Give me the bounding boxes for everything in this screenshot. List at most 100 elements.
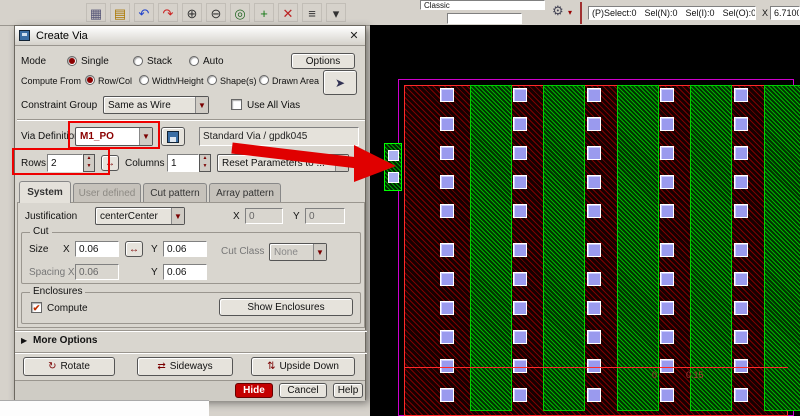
poly-bar[interactable] xyxy=(690,85,732,411)
add-icon[interactable]: + xyxy=(254,3,274,22)
compute-drawnarea-label[interactable]: Drawn Area xyxy=(272,76,319,86)
via-contact[interactable] xyxy=(440,88,454,102)
via-contact[interactable] xyxy=(660,330,674,344)
dialog-titlebar[interactable]: Create Via ✕ xyxy=(15,26,365,46)
compute-shapes-radio[interactable] xyxy=(207,75,217,85)
mode-single-label[interactable]: Single xyxy=(81,56,109,67)
via-contact[interactable] xyxy=(513,88,527,102)
via-contact[interactable] xyxy=(734,359,748,373)
via-contact[interactable] xyxy=(440,146,454,160)
delete-icon[interactable]: ✕ xyxy=(278,3,298,22)
cut-size-y-field[interactable]: 0.06 xyxy=(163,241,207,257)
sideways-button[interactable]: ⇄ Sideways xyxy=(137,357,233,376)
via-contact[interactable] xyxy=(734,388,748,402)
via-contact[interactable] xyxy=(440,117,454,131)
pick-shape-button[interactable]: ➤ xyxy=(323,70,357,95)
mode-auto-label[interactable]: Auto xyxy=(203,56,224,67)
via-contact[interactable] xyxy=(734,117,748,131)
via-contact[interactable] xyxy=(587,146,601,160)
via-contact[interactable] xyxy=(513,301,527,315)
via-contact[interactable] xyxy=(587,243,601,257)
options-button[interactable]: Options xyxy=(291,53,355,69)
via-contact[interactable] xyxy=(440,272,454,286)
gear-icon[interactable]: ⚙ xyxy=(552,3,564,19)
compute-rowcol-radio[interactable] xyxy=(85,75,95,85)
compute-shapes-label[interactable]: Shape(s) xyxy=(220,76,257,86)
via-contact[interactable] xyxy=(660,359,674,373)
via-contact[interactable] xyxy=(513,243,527,257)
poly-bar[interactable] xyxy=(764,85,800,411)
via-contact[interactable] xyxy=(513,204,527,218)
compute-label[interactable]: Compute xyxy=(47,303,88,314)
via-contact[interactable] xyxy=(734,243,748,257)
rotate-button[interactable]: ↻ Rotate xyxy=(23,357,115,376)
via-contact[interactable] xyxy=(587,330,601,344)
via-contact[interactable] xyxy=(734,146,748,160)
via-contact[interactable] xyxy=(660,146,674,160)
via-contact[interactable] xyxy=(440,204,454,218)
via-contact[interactable] xyxy=(587,204,601,218)
justification-combo[interactable]: centerCenter ▼ xyxy=(95,207,185,225)
close-icon[interactable]: ✕ xyxy=(347,29,361,43)
zoom-in-icon[interactable]: ⊕ xyxy=(182,3,202,22)
grid-icon[interactable]: ▦ xyxy=(86,3,106,22)
via-contact[interactable] xyxy=(587,88,601,102)
compute-widthheight-radio[interactable] xyxy=(139,75,149,85)
clipboard-icon[interactable]: ▤ xyxy=(110,3,130,22)
via-contact[interactable] xyxy=(734,175,748,189)
tab-array-pattern[interactable]: Array pattern xyxy=(209,183,281,203)
via-contact[interactable] xyxy=(734,204,748,218)
via-contact[interactable] xyxy=(587,117,601,131)
via-contact[interactable] xyxy=(513,388,527,402)
via-contact[interactable] xyxy=(660,243,674,257)
layout-canvas[interactable]: 0 0.15 xyxy=(370,25,800,416)
cut-size-link-button[interactable]: ↔ xyxy=(125,241,143,257)
mode-stack-label[interactable]: Stack xyxy=(147,56,172,67)
via-contact[interactable] xyxy=(660,88,674,102)
mode-stack-radio[interactable] xyxy=(133,56,143,66)
upside-down-button[interactable]: ⇅ Upside Down xyxy=(251,357,355,376)
tab-system[interactable]: System xyxy=(19,181,71,203)
via-contact[interactable] xyxy=(734,301,748,315)
via-contact[interactable] xyxy=(587,359,601,373)
dropdown-arrow-icon[interactable]: ▾ xyxy=(326,3,346,22)
compute-widthheight-label[interactable]: Width/Height xyxy=(152,76,204,86)
toolbar-input[interactable] xyxy=(447,13,522,24)
more-options-label[interactable]: More Options xyxy=(33,335,97,346)
spinner-down-icon[interactable]: ▼ xyxy=(200,163,210,171)
via-contact[interactable] xyxy=(660,301,674,315)
via-contact[interactable] xyxy=(513,272,527,286)
columns-spinner[interactable]: 1 ▲ ▼ xyxy=(167,154,211,172)
via-contact[interactable] xyxy=(587,175,601,189)
spinner-up-icon[interactable]: ▲ xyxy=(200,155,210,163)
via-contact[interactable] xyxy=(587,272,601,286)
via-contact[interactable] xyxy=(513,146,527,160)
expand-arrow-icon[interactable]: ▶ xyxy=(21,336,27,345)
justification-y-field[interactable]: 0 xyxy=(305,208,345,224)
via-contact[interactable] xyxy=(734,272,748,286)
use-all-vias-checkbox[interactable] xyxy=(231,99,242,110)
via-contact[interactable] xyxy=(660,175,674,189)
via-contact[interactable] xyxy=(734,330,748,344)
via-contact[interactable] xyxy=(440,330,454,344)
cut-size-x-field[interactable]: 0.06 xyxy=(75,241,119,257)
redo-icon[interactable]: ↷ xyxy=(158,3,178,22)
compute-rowcol-label[interactable]: Row/Col xyxy=(98,76,132,86)
via-contact[interactable] xyxy=(734,88,748,102)
menu-icon[interactable]: ≡ xyxy=(302,3,322,22)
save-via-def-button[interactable] xyxy=(161,127,185,146)
via-contact[interactable] xyxy=(440,301,454,315)
gear-dropdown-arrow-icon[interactable]: ▾ xyxy=(568,8,572,17)
show-enclosures-button[interactable]: Show Enclosures xyxy=(219,298,353,316)
via-contact[interactable] xyxy=(660,272,674,286)
columns-spinner-arrows[interactable]: ▲ ▼ xyxy=(199,154,211,172)
compute-checkbox[interactable]: ✔ xyxy=(31,302,42,313)
via-contact[interactable] xyxy=(513,117,527,131)
mode-auto-radio[interactable] xyxy=(189,56,199,66)
via-contact[interactable] xyxy=(440,243,454,257)
via-contact[interactable] xyxy=(660,388,674,402)
via-contact[interactable] xyxy=(587,301,601,315)
tab-cut-pattern[interactable]: Cut pattern xyxy=(143,183,207,203)
undo-icon[interactable]: ↶ xyxy=(134,3,154,22)
mode-single-radio[interactable] xyxy=(67,56,77,66)
